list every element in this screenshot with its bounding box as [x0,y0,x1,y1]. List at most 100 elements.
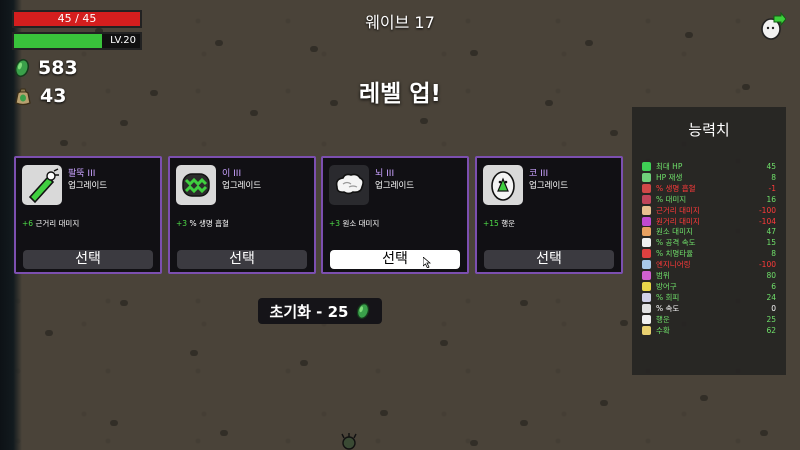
stat-icon [642,227,651,237]
card-effect: +15 행운 [483,219,516,228]
stat-row: 원소 대미지 47 [642,226,776,237]
stat-value: 8 [771,172,776,182]
card-type: 업그레이드 [68,181,108,191]
select-button[interactable]: 선택 [23,250,153,269]
card-type: 업그레이드 [529,181,569,191]
stat-value: 47 [766,227,776,237]
card-name: 코 III [529,169,549,179]
rock [440,340,448,346]
stat-label: 범위 [656,271,670,280]
stat-icon [642,162,651,171]
stat-row: 최대 HP 45 [642,161,776,172]
stat-value: -100 [758,260,776,270]
stats-panel: 능력치 최대 HP 45 HP 재생 8% 생명 흡혈 -1% 대미지 16 근거리 대미지… [632,107,786,375]
stat-row: 엔지니어링 -100 [642,259,776,270]
stat-value: 45 [766,162,776,171]
stat-label: % 속도 [656,303,680,313]
stat-icon [642,271,651,280]
xp-bar-fill [14,34,103,48]
stat-value: 25 [766,314,776,324]
stat-value: 24 [766,292,776,302]
stat-value: -104 [758,216,776,226]
card-type: 업그레이드 [375,181,415,191]
stat-label: 근거리 대미지 [656,205,700,215]
rock [300,360,308,366]
stat-label: 방어구 [656,281,677,291]
stat-value: 0 [771,303,776,313]
stat-value: 62 [766,325,776,335]
stat-row: 범위 80 [642,270,776,281]
wave-label: 웨이브 17 [365,13,435,32]
stat-row: 행운 25 [642,314,776,325]
rock [45,330,53,336]
stat-row: % 대미지 16 [642,194,776,205]
upgrade-card-forearm[interactable]: 팔뚝 III 업그레이드 +6 근거리 대미지 선택 [14,156,162,274]
upgrade-card-teeth[interactable]: 이 III 업그레이드 +3 % 생명 흡혈 선택 [168,156,316,274]
card-effect: +6 근거리 대미지 [22,219,80,228]
stat-value: -1 [768,183,776,193]
stat-icon [642,303,651,313]
rock [110,420,118,426]
stat-row: 원거리 대미지 -104 [642,216,776,227]
stat-row: % 회피 24 [642,292,776,303]
stat-icon [642,216,651,226]
stat-icon [642,194,651,204]
green-material-icon [357,303,370,319]
stat-icon [642,205,651,215]
rock [585,40,593,46]
stat-value: 80 [766,271,776,280]
stat-icon [642,314,651,324]
stat-value: 15 [766,238,776,248]
upgrade-card-nose[interactable]: 코 III 업그레이드 +15 행운 선택 [475,156,623,274]
reroll-label: 초기화 - 25 [269,302,349,321]
stat-row: 근거리 대미지 -100 [642,205,776,216]
stat-value: -100 [758,205,776,215]
enemy-creature-icon [341,433,357,450]
brain-icon [329,165,369,205]
rock [610,130,618,136]
rock [520,420,528,426]
level-text: LV.20 [110,35,136,46]
rock [250,110,258,116]
select-button[interactable]: 선택 [330,250,460,269]
card-type: 업그레이드 [222,181,262,191]
rock [190,350,198,356]
rock [220,430,228,436]
rock [310,46,318,52]
stat-icon [642,281,651,291]
rock [60,140,68,146]
mouse-cursor-icon [423,257,431,268]
forearm-icon [22,165,62,205]
stat-label: 원거리 대미지 [656,216,700,226]
rock [760,430,768,436]
upgrade-card-brain[interactable]: 뇌 III 업그레이드 +3 원소 대미지 선택 [321,156,469,274]
stat-icon [642,325,651,335]
stat-label: % 치명타율 [656,249,694,259]
stat-icon [642,260,651,270]
stat-row: % 공격 속도 15 [642,237,776,248]
stat-icon [642,292,651,302]
rock [620,320,628,326]
select-button[interactable]: 선택 [484,250,614,269]
rock [700,395,708,401]
rock [470,440,478,446]
stat-row: 방어구 6 [642,281,776,292]
card-effect: +3 % 생명 흡혈 [176,219,229,228]
stat-value: 16 [766,194,776,204]
card-name: 뇌 III [375,169,395,179]
rock [120,300,128,306]
select-button[interactable]: 선택 [177,250,307,269]
stat-label: % 회피 [656,292,680,302]
stat-icon [642,238,651,248]
stat-label: % 공격 속도 [656,238,696,248]
teeth-icon [176,165,216,205]
rock [420,118,428,124]
card-name: 이 III [222,169,242,179]
stats-title: 능력치 [688,121,730,139]
xp-bar: LV.20 [12,32,142,50]
stat-icon [642,172,651,182]
stat-row: HP 재생 8 [642,172,776,183]
reroll-button[interactable]: 초기화 - 25 [258,298,382,324]
stat-label: 최대 HP [656,162,683,171]
stat-row: 수확 62 [642,325,776,336]
